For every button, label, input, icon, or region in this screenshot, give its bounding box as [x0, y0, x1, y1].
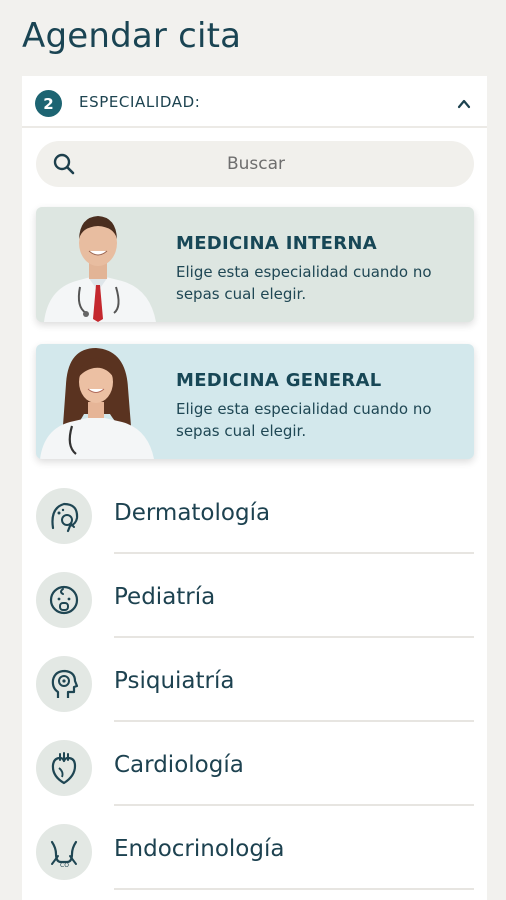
featured-card-medicina-general[interactable]: MEDICINA GENERAL Elige esta especialidad… — [36, 344, 474, 459]
specialty-item-psiquiatria[interactable]: Psiquiatría — [22, 648, 487, 732]
specialty-item-endocrinologia[interactable]: CO Endocrinología — [22, 816, 487, 900]
page-title: Agendar cita — [22, 16, 242, 56]
baby-icon — [36, 572, 92, 628]
step-label: ESPECIALIDAD: — [79, 93, 201, 111]
svg-text:CO: CO — [60, 862, 69, 869]
specialty-label: Psiquiatría — [114, 668, 235, 694]
specialty-item-dermatologia[interactable]: Dermatología — [22, 480, 487, 564]
divider — [114, 552, 474, 554]
dermatology-icon — [36, 488, 92, 544]
heart-icon — [36, 740, 92, 796]
chevron-up-icon[interactable] — [457, 97, 471, 111]
divider — [114, 888, 474, 890]
search-input[interactable] — [84, 141, 428, 187]
specialty-label: Cardiología — [114, 752, 244, 778]
thyroid-icon: CO — [36, 824, 92, 880]
female-doctor-photo — [40, 348, 154, 459]
specialty-panel: 2 ESPECIALIDAD: Buscar MEDICINA INTERNA … — [22, 76, 487, 900]
specialty-label: Endocrinología — [114, 836, 285, 862]
divider — [114, 804, 474, 806]
featured-card-description: Elige esta especialidad cuando no sepas … — [176, 263, 432, 303]
divider — [114, 636, 474, 638]
step-number-badge: 2 — [35, 90, 62, 117]
featured-card-title: MEDICINA GENERAL — [176, 370, 382, 391]
male-doctor-photo — [44, 216, 156, 322]
featured-card-title: MEDICINA INTERNA — [176, 233, 378, 254]
specialty-item-pediatria[interactable]: Pediatría — [22, 564, 487, 648]
specialty-item-cardiologia[interactable]: Cardiología — [22, 732, 487, 816]
specialty-list: Dermatología Pediatría Psiquiatría Cardi… — [22, 480, 487, 900]
featured-card-description: Elige esta especialidad cuando no sepas … — [176, 400, 432, 440]
specialty-label: Pediatría — [114, 584, 216, 610]
step-header[interactable]: 2 ESPECIALIDAD: — [22, 76, 487, 128]
divider — [114, 720, 474, 722]
specialty-label: Dermatología — [114, 500, 271, 526]
search-bar[interactable] — [36, 141, 474, 187]
featured-card-medicina-interna[interactable]: MEDICINA INTERNA Elige esta especialidad… — [36, 207, 474, 322]
head-brain-icon — [36, 656, 92, 712]
search-icon[interactable] — [52, 152, 76, 176]
